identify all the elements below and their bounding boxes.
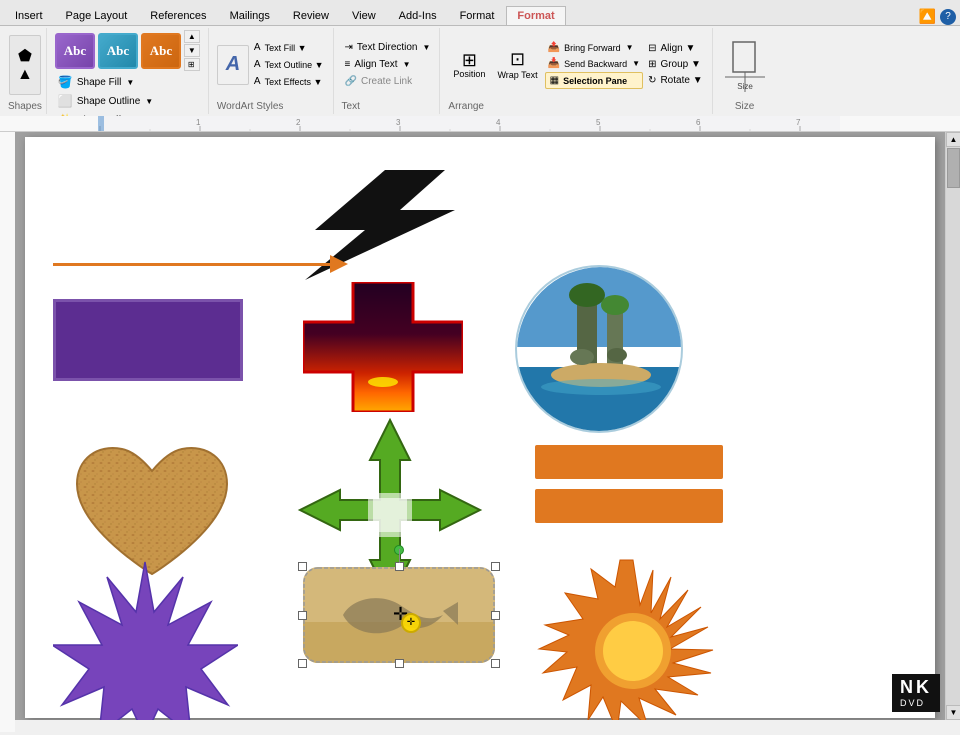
svg-text:6: 6 xyxy=(696,118,701,127)
shape-styles-scroll-up[interactable]: ▲ xyxy=(184,30,200,43)
shape-fill-btn[interactable]: 🪣 Shape Fill ▼ xyxy=(55,73,202,91)
bring-forward-icon: 📤 xyxy=(548,42,560,53)
rotate-icon: ↻ xyxy=(648,75,656,86)
align-text-icon: ≡ xyxy=(345,59,351,70)
text-fill-icon: A xyxy=(254,42,261,53)
size-icon: Size xyxy=(725,37,765,92)
tab-add-ins[interactable]: Add-Ins xyxy=(388,6,448,25)
text-fill-btn[interactable]: A Text Fill ▼ xyxy=(251,40,327,55)
sun-burst-shape[interactable] xyxy=(533,555,733,720)
nk-dvd-logo: NK DVD xyxy=(892,674,940,712)
scroll-up-btn[interactable]: ▲ xyxy=(946,132,960,147)
orange-bars-shape[interactable] xyxy=(535,445,723,523)
tab-references[interactable]: References xyxy=(139,6,217,25)
arrange-label: Arrange xyxy=(448,99,705,112)
svg-text:Size: Size xyxy=(737,82,753,91)
align-icon: ⊟ xyxy=(648,43,656,54)
tab-page-layout[interactable]: Page Layout xyxy=(55,6,139,25)
shapes-label: Shapes xyxy=(8,99,42,112)
svg-text:5: 5 xyxy=(596,118,601,127)
svg-text:1: 1 xyxy=(196,118,201,127)
dvd-text: DVD xyxy=(900,698,932,708)
shape-styles-more[interactable]: ⊞ xyxy=(184,58,200,71)
create-link-icon: 🔗 xyxy=(345,76,357,87)
text-direction-icon: ⇥ xyxy=(345,42,353,53)
vertical-ruler xyxy=(0,132,15,720)
mouse-cursor: ✛ ✛ xyxy=(393,605,408,623)
svg-text:2: 2 xyxy=(296,118,301,127)
shape-fill-icon: 🪣 xyxy=(58,75,73,89)
main-area: ✛ ✛ ▲ ▼ xyxy=(0,132,960,720)
scroll-thumb[interactable] xyxy=(947,148,960,188)
tab-mailings[interactable]: Mailings xyxy=(219,6,281,25)
tab-format2[interactable]: Format xyxy=(506,6,565,25)
shape-outline-dropdown[interactable]: ▼ xyxy=(145,97,153,106)
svg-text:4: 4 xyxy=(496,118,501,127)
wordart-gallery[interactable]: A xyxy=(217,45,249,85)
svg-text:3: 3 xyxy=(396,118,401,127)
document-page: ✛ ✛ xyxy=(25,137,935,718)
right-scrollbar: ▲ ▼ xyxy=(945,132,960,720)
nk-text: NK xyxy=(900,678,932,698)
tab-view[interactable]: View xyxy=(341,6,387,25)
shape-style-1[interactable]: Abc xyxy=(55,33,95,69)
create-link-btn[interactable]: 🔗 Create Link xyxy=(342,74,434,89)
shape-styles-scroll-down[interactable]: ▼ xyxy=(184,44,200,57)
horizontal-ruler: 1 2 3 4 5 6 7 xyxy=(0,116,960,132)
sunset-cross-shape[interactable] xyxy=(303,282,463,415)
purple-rectangle-shape[interactable] xyxy=(53,299,243,381)
ribbon-tabs: Insert Page Layout References Mailings R… xyxy=(0,0,960,26)
scroll-track[interactable] xyxy=(946,147,960,705)
help-collapse-icon[interactable]: 🔼 xyxy=(919,8,936,25)
group-btn[interactable]: ⊞Group ▼ xyxy=(645,57,706,72)
shape-outline-icon: ⬜ xyxy=(58,94,73,108)
text-effects-icon: A xyxy=(254,76,261,87)
size-label: Size xyxy=(735,99,754,112)
bring-forward-btn[interactable]: 📤 Bring Forward ▼ xyxy=(545,40,643,55)
text-outline-icon: A xyxy=(254,59,261,70)
shape-style-3[interactable]: Abc xyxy=(141,33,181,69)
wrap-text-icon: ⊡ xyxy=(510,49,525,70)
canvas-area[interactable]: ✛ ✛ xyxy=(15,132,945,720)
shape-outline-btn[interactable]: ⬜ Shape Outline ▼ xyxy=(55,92,202,110)
group-icon: ⊞ xyxy=(648,59,656,70)
selection-pane-icon: ▦ xyxy=(550,75,559,86)
tab-review[interactable]: Review xyxy=(282,6,340,25)
align-text-btn[interactable]: ≡ Align Text ▼ xyxy=(342,57,434,72)
help-icon[interactable]: ? xyxy=(940,9,956,25)
svg-text:7: 7 xyxy=(796,118,801,127)
shapes-gallery-btn[interactable]: ⬟ ▲ xyxy=(9,35,41,95)
wrap-text-btn[interactable]: ⊡ Wrap Text xyxy=(492,46,542,83)
tab-insert[interactable]: Insert xyxy=(4,6,54,25)
shape-style-2[interactable]: Abc xyxy=(98,33,138,69)
orange-arrow-shape[interactable] xyxy=(53,255,348,273)
send-backward-btn[interactable]: 📥 Send Backward ▼ xyxy=(545,56,643,71)
position-btn[interactable]: ⊞ Position xyxy=(448,48,490,82)
align-btn[interactable]: ⊟Align ▼ xyxy=(645,41,706,56)
position-icon: ⊞ xyxy=(462,51,477,69)
size-btn[interactable]: Size xyxy=(725,30,765,99)
circle-photo-shape[interactable] xyxy=(515,265,683,433)
text-direction-btn[interactable]: ⇥ Text Direction ▼ xyxy=(342,40,434,55)
ribbon-container: Insert Page Layout References Mailings R… xyxy=(0,0,960,116)
text-effects-btn[interactable]: A Text Effects ▼ xyxy=(251,74,327,89)
text-label: Text xyxy=(342,99,434,112)
scroll-down-btn[interactable]: ▼ xyxy=(946,705,960,720)
text-outline-btn[interactable]: A Text Outline ▼ xyxy=(251,57,327,72)
rotate-btn[interactable]: ↻Rotate ▼ xyxy=(645,73,706,88)
ribbon-content: ⬟ ▲ Shapes Abc Abc Abc ▲ ▼ xyxy=(0,26,960,116)
shape-fill-dropdown[interactable]: ▼ xyxy=(126,78,134,87)
send-backward-icon: 📥 xyxy=(548,58,560,69)
purple-star-shape[interactable] xyxy=(53,557,238,720)
tab-format1[interactable]: Format xyxy=(449,6,506,25)
wordart-label: WordArt Styles xyxy=(217,99,327,112)
selection-pane-btn[interactable]: ▦ Selection Pane xyxy=(545,72,643,89)
